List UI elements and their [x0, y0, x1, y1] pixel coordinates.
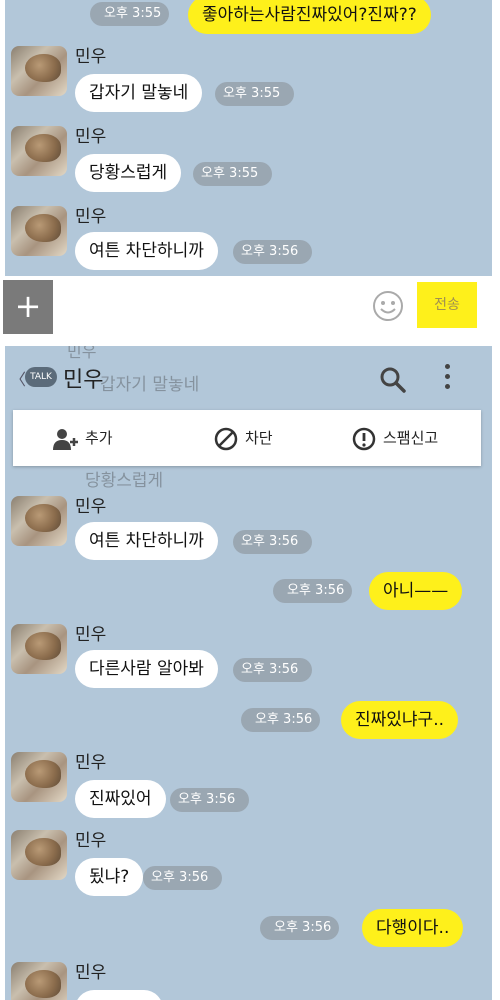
message-time: 오후 3:56 [273, 579, 353, 603]
avatar[interactable] [11, 752, 67, 802]
sender-name: 민우 [75, 625, 107, 645]
sent-message-bubble[interactable]: 진짜있냐구.. [341, 701, 459, 739]
panel-divider [0, 338, 500, 346]
message-input-bar: + 전송 [0, 276, 500, 338]
report-label: 스팸신고 [383, 429, 439, 447]
faded-sender-name: 민우 [67, 346, 97, 361]
received-message-bubble[interactable] [75, 990, 163, 1000]
back-icon[interactable]: 〈 [10, 366, 26, 390]
chat-header: 갑자기 말놓네 민우 〈 TALK 민우 [5, 346, 492, 402]
message-time: 오후 3:56 [241, 708, 321, 732]
alert-icon [352, 427, 376, 450]
avatar[interactable] [11, 962, 67, 1000]
avatar[interactable] [11, 496, 67, 546]
sender-name: 민우 [75, 47, 107, 67]
message-time: 오후 3:56 [170, 788, 250, 812]
faded-message-text: 당황스럽게 [85, 471, 164, 491]
message-time: 오후 3:56 [260, 916, 340, 940]
sent-message-bubble[interactable]: 다행이다.. [362, 909, 464, 947]
smiley-icon[interactable] [372, 290, 404, 322]
sender-name: 민우 [75, 207, 107, 227]
add-friend-button[interactable]: 추가 [53, 410, 113, 466]
add-user-icon [53, 428, 78, 450]
avatar[interactable] [11, 206, 67, 256]
more-icon[interactable] [445, 364, 451, 394]
message-time: 오후 3:55 [90, 2, 170, 26]
avatar[interactable] [11, 624, 67, 674]
sender-name: 민우 [75, 497, 107, 517]
talk-icon: TALK [25, 367, 57, 387]
message-input[interactable] [60, 282, 360, 332]
received-message-bubble[interactable]: 됬냐? [75, 858, 144, 896]
sender-name: 민우 [75, 963, 107, 983]
block-icon [214, 427, 238, 450]
sent-message-bubble[interactable]: 좋아하는사람진짜있어?진짜?? [188, 0, 431, 34]
avatar[interactable] [11, 126, 67, 176]
sent-message-bubble[interactable]: 아니—— [369, 572, 463, 610]
sender-name: 민우 [75, 127, 107, 147]
send-button[interactable]: 전송 [417, 282, 477, 328]
received-message-bubble[interactable]: 여튼 차단하니까 [75, 232, 218, 270]
received-message-bubble[interactable]: 여튼 차단하니까 [75, 522, 218, 560]
avatar[interactable] [11, 830, 67, 880]
received-message-bubble[interactable]: 다른사람 알아봐 [75, 650, 218, 688]
avatar[interactable] [11, 46, 67, 96]
sender-name: 민우 [75, 753, 107, 773]
chat-title: 민우 [63, 368, 104, 393]
received-message-bubble[interactable]: 당황스럽게 [75, 154, 182, 192]
chat-panel-top[interactable]: 오후 3:55 좋아하는사람진짜있어?진짜?? 민우 갑자기 말놓네 오후 3:… [5, 0, 492, 276]
block-label: 차단 [245, 429, 273, 447]
received-message-bubble[interactable]: 진짜있어 [75, 780, 166, 818]
add-label: 추가 [85, 429, 113, 447]
stranger-action-bar: 추가 차단 스팸신고 [13, 410, 481, 466]
message-time: 오후 3:56 [233, 530, 313, 554]
block-button[interactable]: 차단 [213, 410, 273, 466]
message-time: 오후 3:56 [233, 240, 313, 264]
message-time: 오후 3:56 [233, 658, 313, 682]
chat-panel-bottom[interactable]: 갑자기 말놓네 민우 〈 TALK 민우 추가 차단 스팸신고 당황스럽게 민우… [5, 346, 492, 1000]
report-spam-button[interactable]: 스팸신고 [351, 410, 438, 466]
search-icon[interactable] [379, 366, 407, 394]
message-time: 오후 3:56 [143, 866, 223, 890]
sender-name: 민우 [75, 831, 107, 851]
faded-message-text: 갑자기 말놓네 [100, 375, 200, 395]
received-message-bubble[interactable]: 갑자기 말놓네 [75, 74, 203, 112]
plus-button[interactable]: + [3, 280, 53, 334]
message-time: 오후 3:55 [215, 82, 295, 106]
message-time: 오후 3:55 [193, 162, 273, 186]
